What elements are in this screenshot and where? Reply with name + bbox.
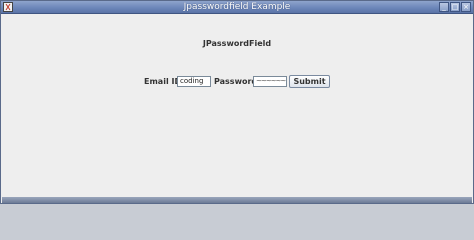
minimize-icon[interactable]: _: [439, 2, 449, 12]
maximize-icon[interactable]: □: [450, 2, 460, 12]
content-panel: JPasswordField Email ID: coding Password…: [2, 14, 472, 197]
window-title: Jpasswordfield Example: [183, 2, 291, 12]
title-bar[interactable]: Jpasswordfield Example _ □ ×: [1, 1, 473, 14]
login-form: Email ID: coding Password: ~~~~~~ Submit: [2, 75, 472, 89]
email-field[interactable]: coding: [177, 76, 211, 87]
submit-button[interactable]: Submit: [289, 75, 330, 88]
app-window: Jpasswordfield Example _ □ × JPasswordFi…: [0, 0, 474, 204]
window-bottom-border: [2, 197, 472, 203]
password-field[interactable]: ~~~~~~: [253, 76, 287, 87]
panel-heading: JPasswordField: [202, 39, 272, 48]
close-icon[interactable]: ×: [461, 2, 471, 12]
